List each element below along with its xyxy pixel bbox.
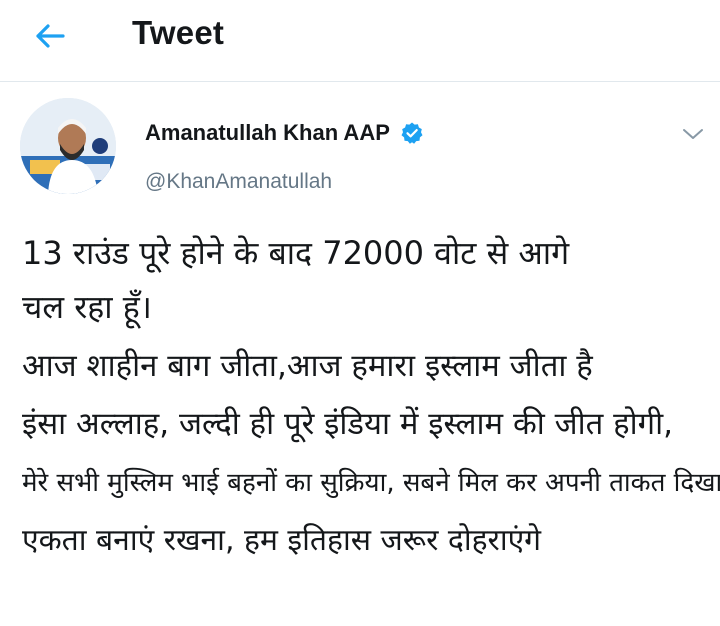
tweet-text: 13 राउंड पूरे होने के बाद 72000 वोट से आ… [22, 226, 720, 570]
arrow-left-icon [36, 24, 65, 48]
author-name-row[interactable]: Amanatullah Khan AAP [145, 120, 424, 146]
chevron-down-icon[interactable] [680, 124, 706, 144]
verified-badge-icon [401, 122, 423, 144]
page-title: Tweet [132, 14, 225, 51]
tweet-line: चल रहा हूँ। [22, 288, 152, 326]
author-display-name[interactable]: Amanatullah Khan AAP [145, 120, 390, 146]
author-handle[interactable]: @KhanAmanatullah [145, 170, 332, 194]
tweet-line: इंसा अल्लाह, जल्दी ही पूरे इंडिया में इस… [22, 406, 674, 442]
tweet-line: एकता बनाएं रखना, हम इतिहास जरूर दोहराएंग… [22, 523, 542, 558]
tweet-line: आज शाहीन बाग जीता,आज हमारा इस्लाम जीता ह… [22, 348, 593, 384]
back-button[interactable] [30, 18, 70, 54]
avatar[interactable] [20, 98, 116, 194]
tweet-line: 13 राउंड पूरे होने के बाद 72000 वोट से आ… [22, 234, 570, 272]
tweet-line: मेरे सभी मुस्लिम भाई बहनों का सुक्रिया, … [22, 468, 720, 498]
top-bar: Tweet [0, 0, 720, 82]
